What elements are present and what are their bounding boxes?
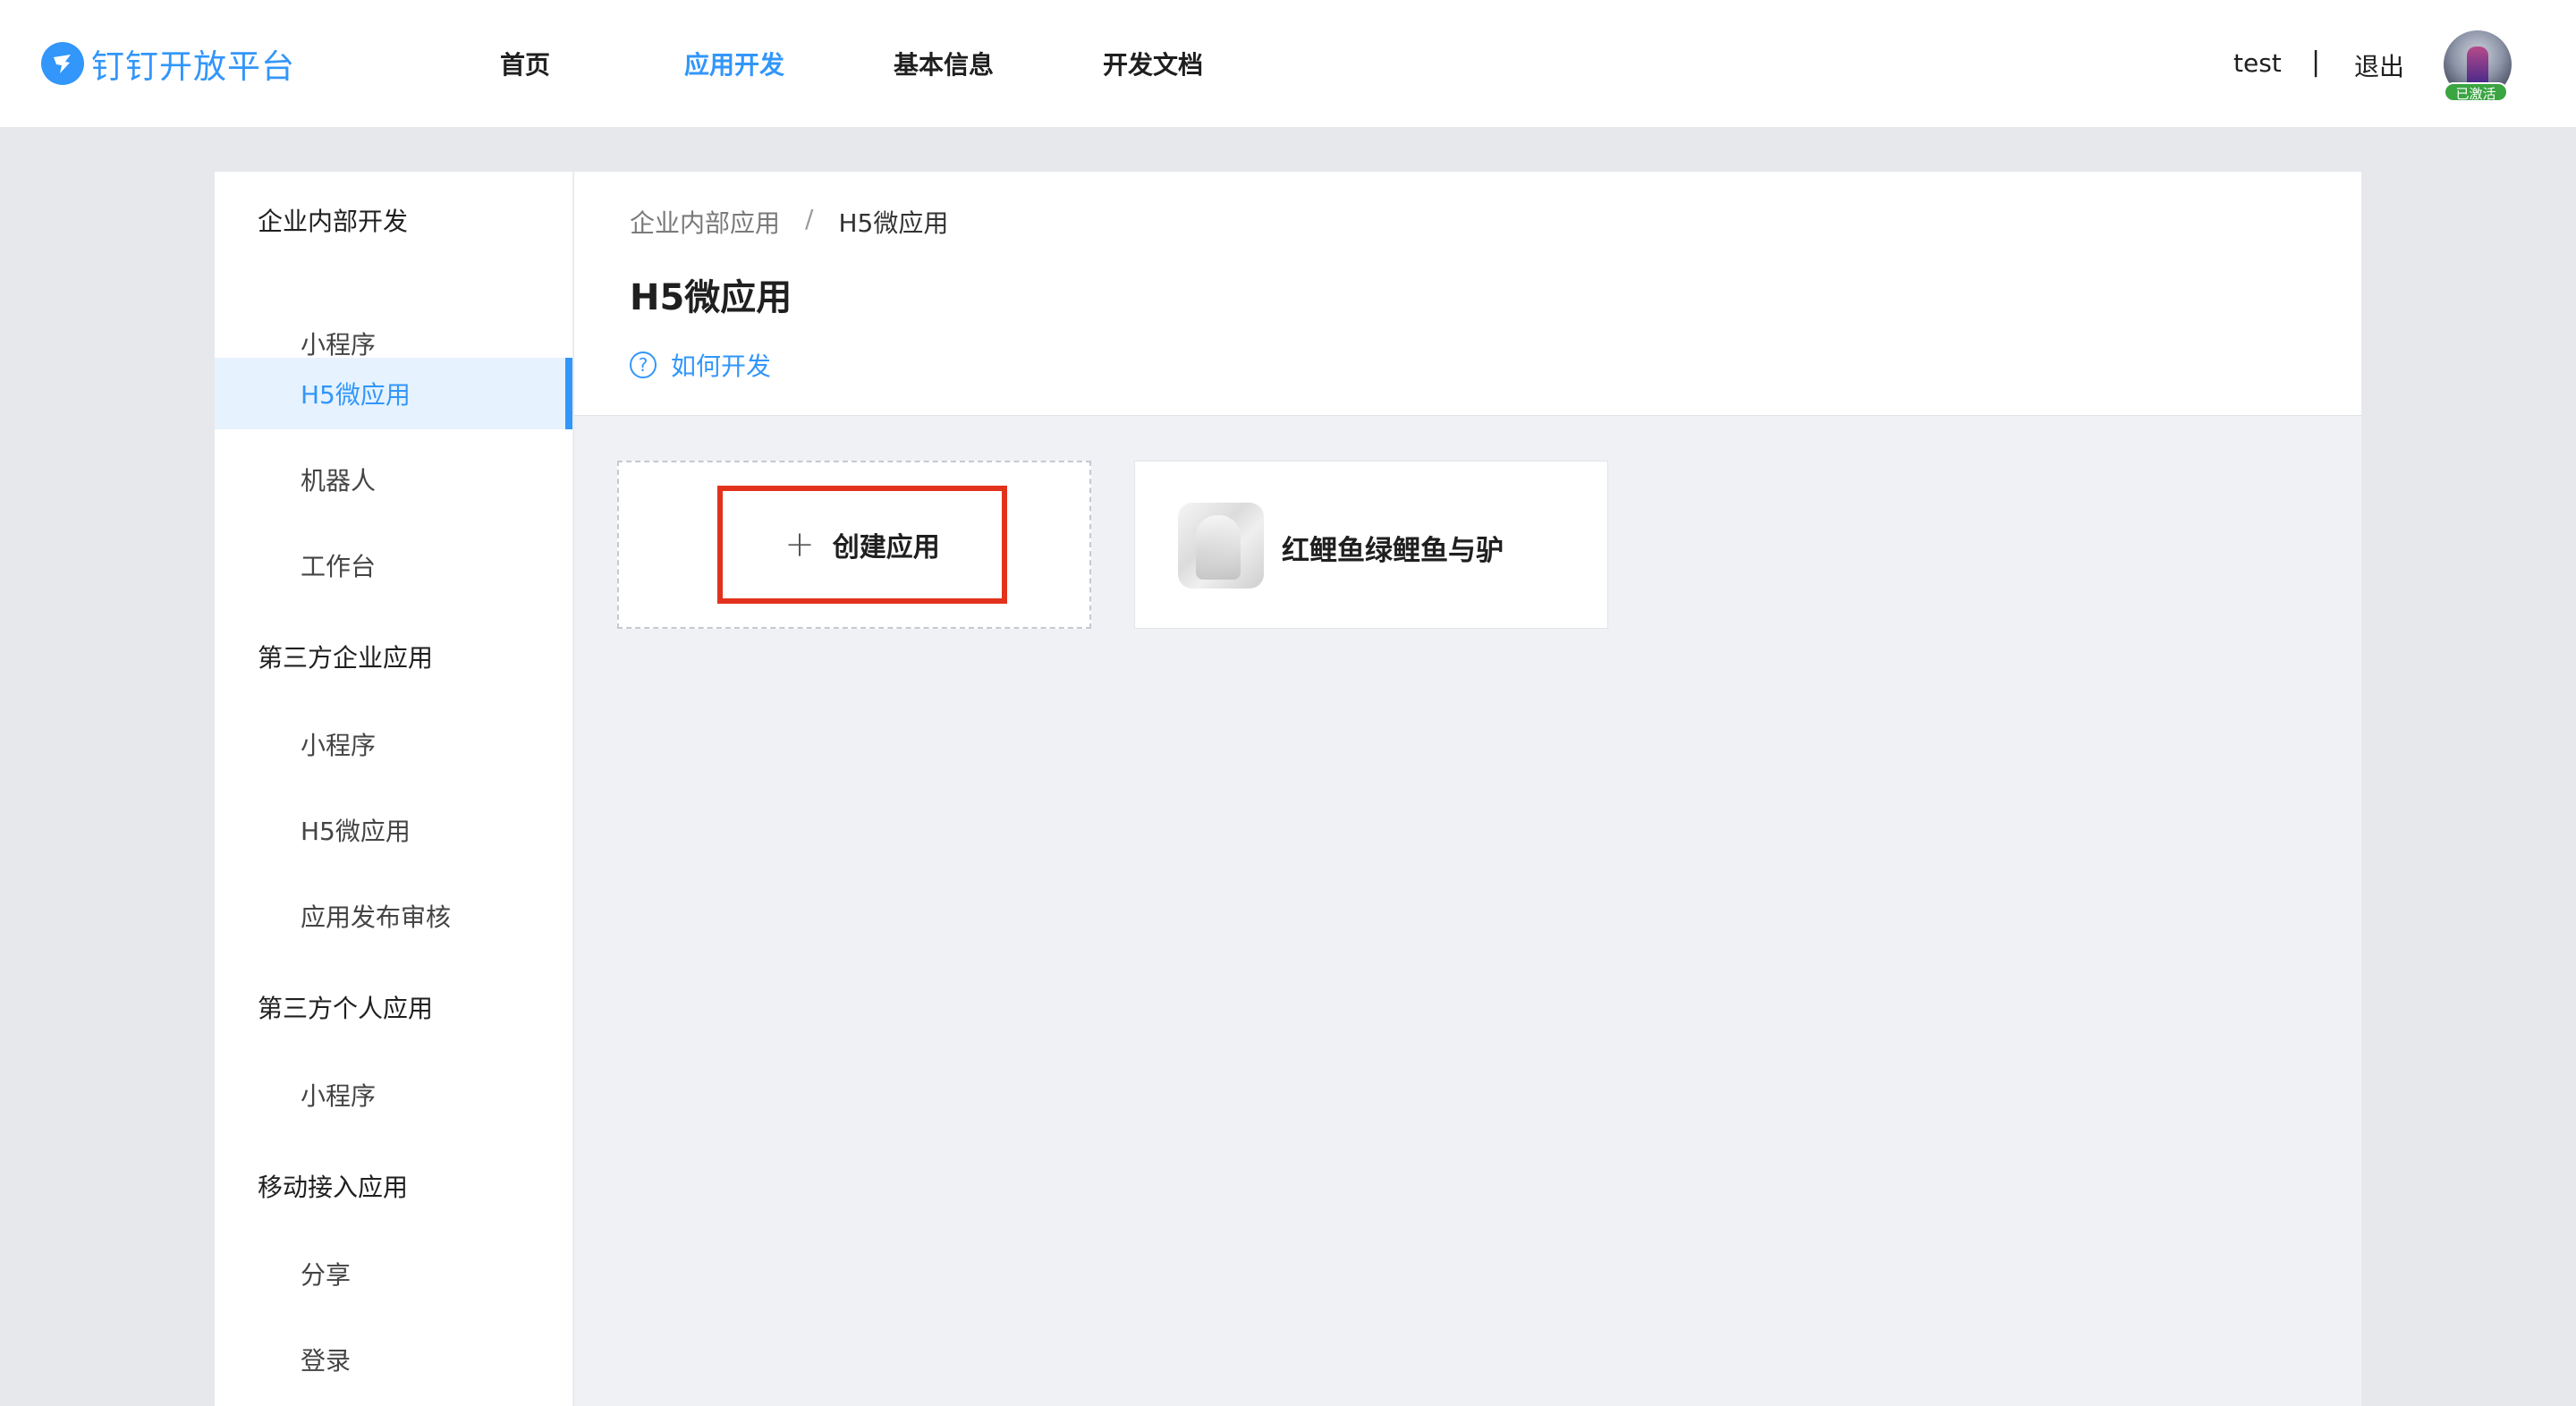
main-nav: 首页 应用开发 基本信息 开发文档 (420, 0, 1258, 127)
dingtalk-logo-icon (41, 42, 84, 85)
help-link-text: 如何开发 (671, 352, 772, 381)
sidebar-item-label: 登录 (301, 1346, 352, 1376)
sidebar-group-third-party-enterprise: 第三方企业应用 (258, 643, 434, 673)
sidebar-item-internal-workbench[interactable]: 工作台 (215, 529, 572, 601)
question-circle-icon: ? (630, 352, 657, 378)
logo-text: 钉钉开放平台 (91, 47, 295, 86)
sidebar-item-label: 小程序 (301, 330, 377, 360)
sidebar-item-label: H5微应用 (301, 380, 411, 410)
sidebar-item-personal-miniapp[interactable]: 小程序 (215, 1059, 572, 1131)
nav-dev-docs[interactable]: 开发文档 (1048, 46, 1258, 81)
sidebar-item-third-h5[interactable]: H5微应用 (215, 794, 572, 866)
top-header: 钉钉开放平台 首页 应用开发 基本信息 开发文档 test | 退出 已激活 (0, 0, 2576, 127)
nav-basic-info[interactable]: 基本信息 (839, 46, 1048, 81)
logout-link[interactable]: 退出 (2354, 47, 2404, 83)
sidebar-item-label: 应用发布审核 (301, 902, 452, 932)
nav-home[interactable]: 首页 (420, 46, 630, 81)
page-header: 企业内部应用 / H5微应用 H5微应用 ? 如何开发 (574, 172, 2361, 416)
sidebar-item-label: H5微应用 (301, 817, 411, 846)
app-list-area: + 创建应用 红鲤鱼绿鲤鱼与驴 (574, 416, 2361, 1406)
sidebar-item-share[interactable]: 分享 (215, 1238, 572, 1309)
sidebar-item-label: 机器人 (301, 466, 377, 495)
breadcrumb-internal-apps[interactable]: 企业内部应用 (630, 204, 780, 240)
sidebar-item-label: 小程序 (301, 731, 377, 760)
app-name: 红鲤鱼绿鲤鱼与驴 (1282, 535, 1504, 567)
plus-icon: + (784, 524, 815, 565)
username[interactable]: test (2233, 48, 2282, 78)
sidebar-group-third-party-personal: 第三方个人应用 (258, 994, 434, 1023)
nav-app-dev[interactable]: 应用开发 (630, 46, 839, 81)
app-card[interactable]: 红鲤鱼绿鲤鱼与驴 (1134, 461, 1608, 629)
sidebar-item-label: 工作台 (301, 552, 377, 581)
sidebar-item-login[interactable]: 登录 (215, 1324, 572, 1395)
create-app-label: 创建应用 (832, 532, 940, 563)
sidebar-item-third-review[interactable]: 应用发布审核 (215, 880, 572, 952)
how-to-develop-link[interactable]: ? 如何开发 (630, 347, 771, 383)
sidebar-group-internal: 企业内部开发 (258, 207, 409, 236)
create-app-highlight[interactable]: + 创建应用 (717, 486, 1007, 604)
sidebar: 企业内部开发 小程序 H5微应用 机器人 工作台 第三方企业应用 小程序 H5微… (215, 172, 573, 1406)
activated-badge: 已激活 (2444, 82, 2508, 102)
sidebar-item-internal-h5[interactable]: H5微应用 (215, 358, 572, 429)
avatar-figure (2467, 47, 2488, 86)
breadcrumb-separator: / (805, 204, 814, 233)
header-separator: | (2311, 47, 2321, 78)
breadcrumb-current: H5微应用 (838, 208, 949, 238)
sidebar-item-third-miniapp[interactable]: 小程序 (215, 708, 572, 780)
sidebar-item-label: 分享 (301, 1260, 352, 1290)
sidebar-item-internal-robot[interactable]: 机器人 (215, 444, 572, 515)
page-title: H5微应用 (630, 277, 792, 318)
sidebar-group-mobile-access: 移动接入应用 (258, 1173, 409, 1202)
create-app-card[interactable]: + 创建应用 (617, 461, 1091, 629)
dingtalk-logo[interactable]: 钉钉开放平台 (41, 39, 295, 88)
app-thumbnail (1178, 503, 1264, 589)
breadcrumb: 企业内部应用 / H5微应用 (630, 204, 948, 240)
sidebar-item-label: 小程序 (301, 1081, 377, 1111)
